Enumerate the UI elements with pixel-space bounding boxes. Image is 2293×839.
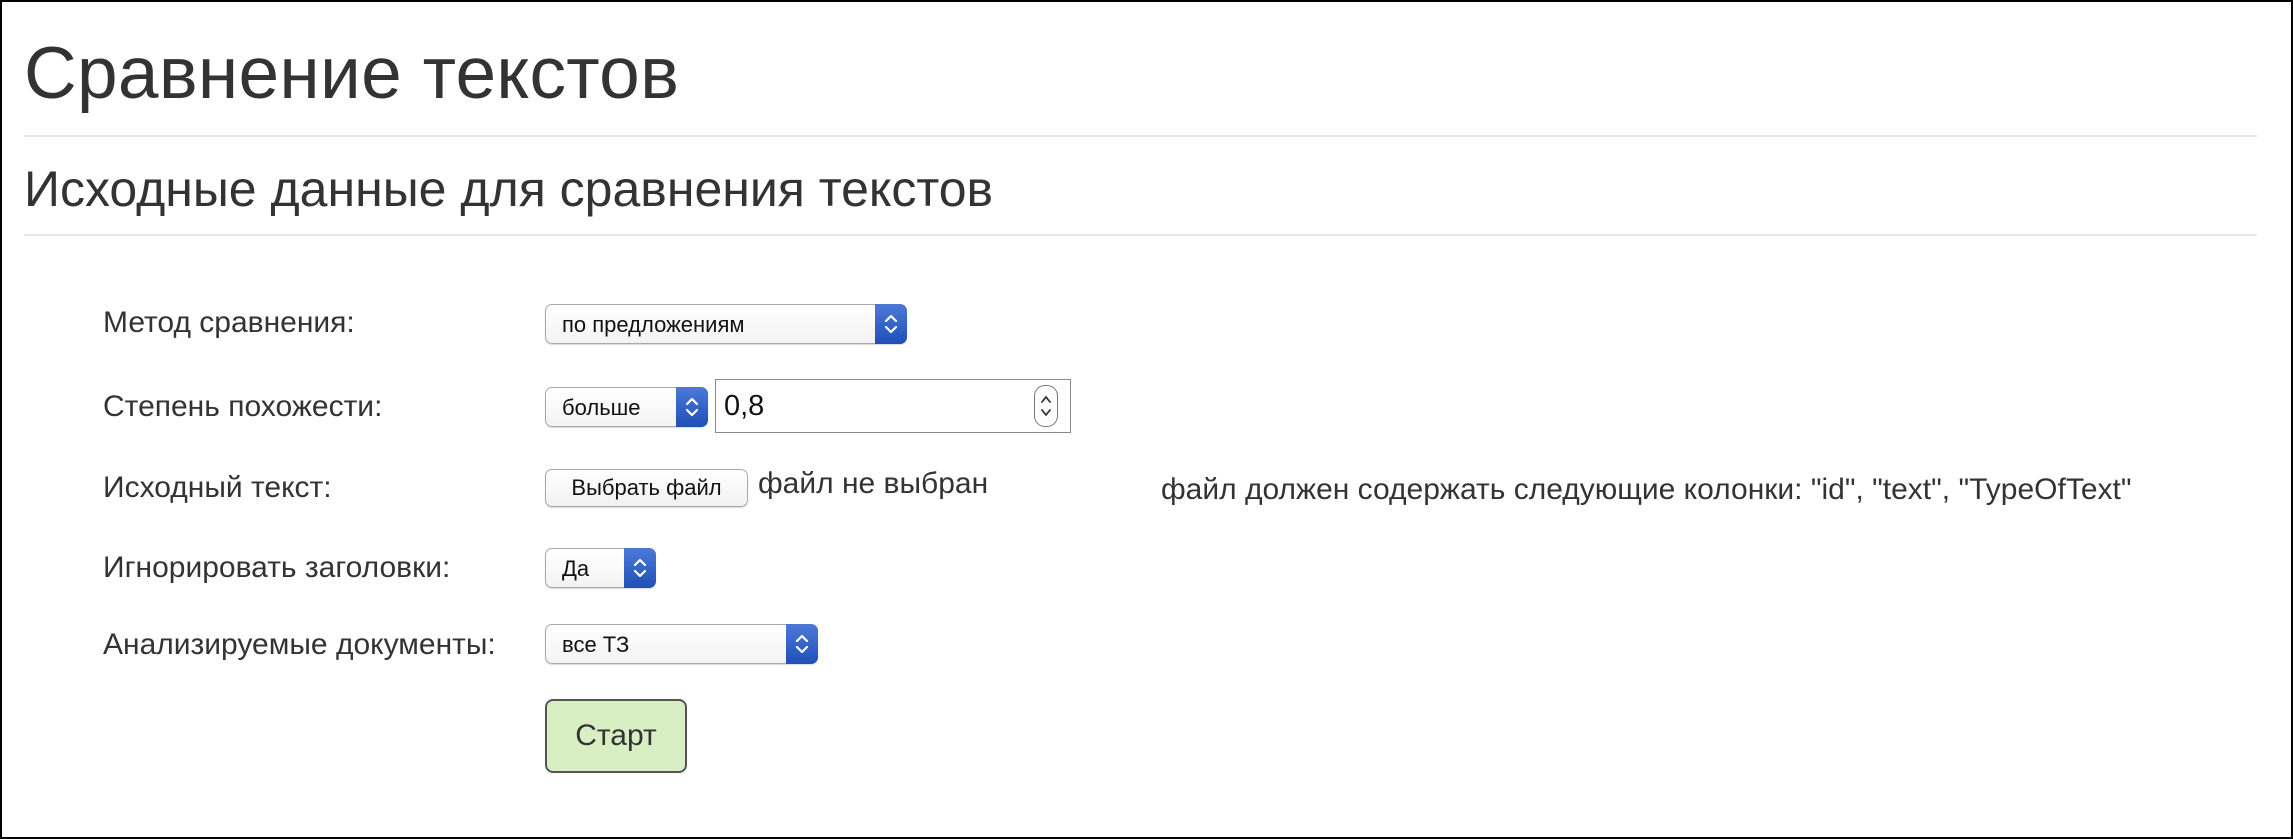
ignore-headers-select[interactable]: Да xyxy=(545,548,656,588)
ignore-headers-value: Да xyxy=(562,556,590,581)
similarity-operator-select[interactable]: больше xyxy=(545,387,708,427)
choose-file-button[interactable]: Выбрать файл xyxy=(545,469,748,507)
similarity-label: Степень похожести: xyxy=(103,390,383,423)
similarity-value-input[interactable]: 0,8 xyxy=(715,379,1071,433)
chevron-up-down-icon xyxy=(624,548,656,588)
title-divider xyxy=(24,135,2257,137)
chevron-up-down-icon xyxy=(786,624,818,664)
spinner-arrows-icon[interactable] xyxy=(1034,385,1058,427)
method-select-value: по предложениям xyxy=(562,312,745,337)
documents-label: Анализируемые документы: xyxy=(103,628,496,661)
start-button[interactable]: Старт xyxy=(545,699,687,773)
documents-select[interactable]: все ТЗ xyxy=(545,624,818,664)
method-select[interactable]: по предложениям xyxy=(545,304,907,344)
chevron-up-down-icon xyxy=(875,304,907,344)
file-format-hint: файл должен содержать следующие колонки:… xyxy=(1161,473,2132,506)
page-frame: Сравнение текстов Исходные данные для ср… xyxy=(0,0,2293,839)
page-title: Сравнение текстов xyxy=(24,33,680,114)
source-text-label: Исходный текст: xyxy=(103,471,332,504)
chevron-up-down-icon xyxy=(676,387,708,427)
method-label: Метод сравнения: xyxy=(103,306,355,339)
section-divider xyxy=(24,234,2257,236)
section-title: Исходные данные для сравнения текстов xyxy=(24,161,994,217)
ignore-headers-label: Игнорировать заголовки: xyxy=(103,551,451,584)
similarity-operator-value: больше xyxy=(562,395,641,420)
documents-select-value: все ТЗ xyxy=(562,632,630,657)
file-status: файл не выбран xyxy=(758,467,989,500)
similarity-value: 0,8 xyxy=(724,390,765,422)
